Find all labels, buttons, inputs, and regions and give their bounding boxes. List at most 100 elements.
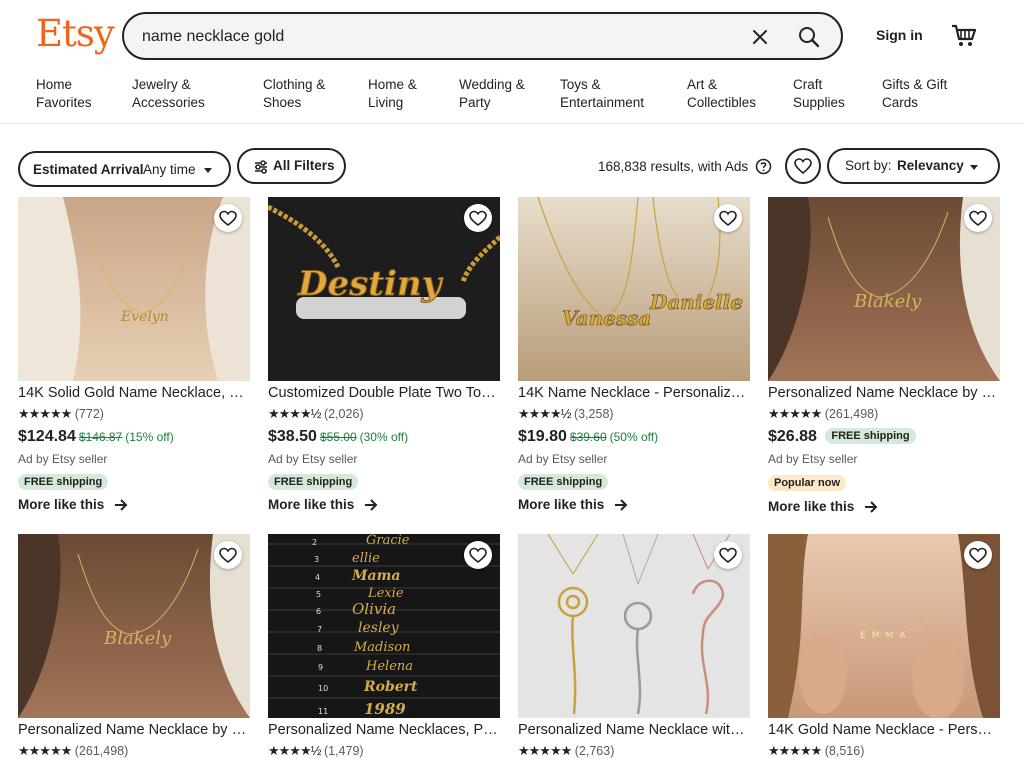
- listing-title[interactable]: 14K Name Necklace - Personalized Name Ne…: [518, 385, 750, 401]
- ruler-number: 10: [318, 684, 328, 693]
- category-label: Party: [459, 95, 491, 110]
- price-row: $38.50 $55.00 (30% off): [268, 428, 408, 446]
- ruler-number: 9: [318, 663, 323, 672]
- necklace-name-text: Evelyn: [120, 309, 169, 325]
- category-label: Shoes: [263, 95, 302, 110]
- necklace-name-text: Blakely: [853, 291, 922, 312]
- category-toys[interactable]: Toys & Entertainment: [560, 76, 644, 112]
- original-price: $39.60: [569, 430, 607, 444]
- listing-title[interactable]: Personalized Name Necklace by CaitlynMin…: [768, 385, 1000, 401]
- necklace-name-text: Blakely: [103, 628, 172, 649]
- save-search-button[interactable]: [785, 148, 821, 184]
- listing-price: $19.80: [518, 428, 567, 445]
- review-count: (1,479): [323, 744, 364, 758]
- sliders-icon: [255, 160, 267, 174]
- ad-label: Ad by Etsy seller: [268, 452, 358, 466]
- cart-icon[interactable]: [950, 22, 978, 50]
- favorite-heart-icon[interactable]: [464, 541, 492, 569]
- necklace-name-text: Destiny: [297, 264, 444, 304]
- listing-rating: ★★★★★ (8,516): [768, 743, 864, 759]
- listing-rating: ★★★★★ (772): [18, 406, 104, 422]
- search-input[interactable]: [142, 25, 722, 49]
- necklace-name-text: ellie: [352, 551, 380, 566]
- category-label: Clothing &: [263, 77, 326, 92]
- necklace-name-text: Vanessa: [562, 306, 651, 330]
- category-label: Collectibles: [687, 95, 757, 110]
- clear-icon[interactable]: [747, 24, 773, 50]
- original-price: $55.00: [319, 430, 357, 444]
- listing-title[interactable]: Personalized Name Necklaces, Personalize…: [268, 722, 500, 738]
- necklace-name-text: Danielle: [649, 290, 743, 314]
- ruler-number: 4: [315, 573, 320, 582]
- favorite-heart-icon[interactable]: [714, 541, 742, 569]
- category-label: Toys &: [560, 77, 601, 92]
- discount: (30% off): [359, 430, 409, 444]
- discount: (50% off): [609, 430, 659, 444]
- category-craft[interactable]: Craft Supplies: [793, 76, 845, 112]
- arrival-value: Any time: [143, 162, 196, 177]
- necklace-name-text: Madison: [353, 640, 410, 655]
- more-like-this-label: More like this: [518, 497, 605, 512]
- more-like-this-link[interactable]: More like this: [518, 497, 628, 512]
- estimated-arrival-dropdown[interactable]: Estimated Arrival Any time: [18, 151, 231, 187]
- rating-stars: ★★★★★: [18, 406, 72, 421]
- necklace-name-text: Olivia: [352, 600, 396, 618]
- all-filters-label: All Filters: [273, 158, 335, 173]
- free-shipping-badge: FREE shipping: [18, 474, 109, 490]
- category-gifts[interactable]: Gifts & Gift Cards: [882, 76, 947, 112]
- listing-price: $38.50: [268, 428, 317, 445]
- category-art[interactable]: Art & Collectibles: [687, 76, 756, 112]
- ruler-number: 11: [318, 707, 328, 716]
- review-count: (772): [74, 407, 104, 421]
- favorite-heart-icon[interactable]: [214, 204, 242, 232]
- sort-dropdown[interactable]: Sort by: Relevancy: [827, 148, 1000, 184]
- more-like-this-link[interactable]: More like this: [268, 497, 378, 512]
- listing-title[interactable]: 14K Gold Name Necklace - Personalized Ne…: [768, 722, 1000, 738]
- listing-title[interactable]: Personalized Name Necklace by CaitlynMin…: [18, 722, 250, 738]
- necklace-name-text: Helena: [365, 659, 413, 674]
- favorite-heart-icon[interactable]: [964, 204, 992, 232]
- category-jewelry[interactable]: Jewelry & Accessories: [132, 76, 205, 112]
- rating-stars: ★★★★½: [268, 406, 321, 421]
- favorite-heart-icon[interactable]: [714, 204, 742, 232]
- listing-title[interactable]: Customized Double Plate Two Tone Name Ne…: [268, 385, 500, 401]
- listing-price: $124.84: [18, 428, 76, 445]
- etsy-logo[interactable]: Etsy: [36, 12, 115, 55]
- favorite-heart-icon[interactable]: [964, 541, 992, 569]
- favorite-heart-icon[interactable]: [214, 541, 242, 569]
- category-clothing[interactable]: Clothing & Shoes: [263, 76, 325, 112]
- category-wedding[interactable]: Wedding & Party: [459, 76, 525, 112]
- more-like-this-link[interactable]: More like this: [768, 499, 878, 514]
- more-like-this-link[interactable]: More like this: [18, 497, 128, 512]
- sort-label: Sort by:: [845, 158, 892, 173]
- rating-stars: ★★★★★: [768, 743, 822, 758]
- category-home-living[interactable]: Home & Living: [368, 76, 417, 112]
- ad-label: Ad by Etsy seller: [518, 452, 608, 466]
- ruler-number: 7: [317, 625, 322, 634]
- listing-rating: ★★★★½ (2,026): [268, 406, 364, 422]
- listing-title[interactable]: Personalized Name Necklace with Birth Fl…: [518, 722, 750, 738]
- listing-title[interactable]: 14K Solid Gold Name Necklace, Gold Name …: [18, 385, 250, 401]
- listing-price: $26.88: [768, 428, 817, 445]
- listing-rating: ★★★★½ (1,479): [268, 743, 364, 759]
- ruler-number: 8: [317, 644, 322, 653]
- help-icon[interactable]: [755, 158, 772, 175]
- category-label: Accessories: [132, 95, 205, 110]
- original-price: $146.87: [78, 430, 123, 444]
- sort-value: Relevancy: [897, 158, 964, 173]
- listing-rating: ★★★★★ (2,763): [518, 743, 614, 759]
- caret-down-icon: [204, 168, 212, 173]
- more-like-this-label: More like this: [268, 497, 355, 512]
- search-icon[interactable]: [792, 20, 826, 54]
- free-shipping-badge: FREE shipping: [268, 474, 359, 490]
- favorite-heart-icon[interactable]: [464, 204, 492, 232]
- category-home-favorites[interactable]: Home Favorites: [36, 76, 92, 112]
- more-like-this-label: More like this: [768, 499, 855, 514]
- all-filters-button[interactable]: All Filters: [237, 148, 346, 184]
- necklace-name-text: lesley: [358, 620, 400, 636]
- price-row: $19.80 $39.60 (50% off): [518, 428, 658, 446]
- rating-stars: ★★★★½: [518, 406, 571, 421]
- sign-in-link[interactable]: Sign in: [876, 27, 923, 43]
- review-count: (261,498): [824, 407, 879, 421]
- rating-stars: ★★★★★: [18, 743, 72, 758]
